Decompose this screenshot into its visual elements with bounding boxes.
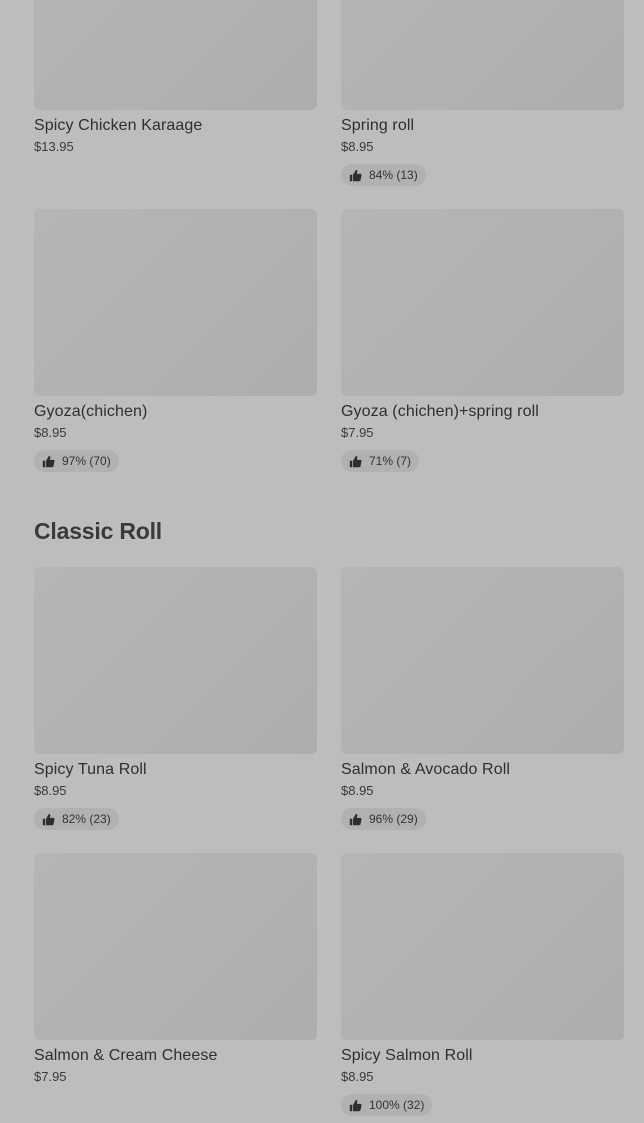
item-name: Spring roll (341, 117, 415, 134)
item-name: Gyoza (chichen)+spring roll (341, 403, 539, 420)
thumbs-up-icon (42, 813, 55, 825)
item-image (34, 853, 317, 1040)
menu-item-card[interactable]: Gyoza (chichen)+spring roll $7.95 71% (7… (341, 209, 624, 473)
rating-badge: 82% (23) (34, 808, 119, 830)
menu-item-card[interactable]: Gyoza(chichen) $8.95 97% (70) (34, 209, 317, 473)
thumbs-up-icon (349, 813, 362, 825)
item-price: $13.95 (34, 139, 74, 154)
item-name: Spicy Salmon Roll (341, 1047, 473, 1064)
item-price: $8.95 (34, 425, 67, 440)
item-name: Spicy Chicken Karaage (34, 117, 203, 134)
item-image (34, 0, 317, 110)
rating-text: 82% (23) (62, 812, 111, 826)
menu-item-card[interactable]: Salmon & Cream Cheese $7.95 (34, 853, 317, 1085)
thumbs-up-icon (349, 1099, 362, 1111)
rating-text: 96% (29) (369, 812, 418, 826)
rating-badge: 96% (29) (341, 808, 426, 830)
menu-item-card[interactable]: Spicy Tuna Roll $8.95 82% (23) (34, 567, 317, 831)
item-name: Salmon & Cream Cheese (34, 1047, 218, 1064)
item-price: $8.95 (341, 139, 374, 154)
rating-text: 100% (32) (369, 1098, 425, 1112)
menu-item-card[interactable]: Spicy Salmon Roll $8.95 100% (32) (341, 853, 624, 1117)
thumbs-up-icon (349, 455, 362, 467)
item-name: Spicy Tuna Roll (34, 761, 147, 778)
item-image (341, 853, 624, 1040)
rating-badge: 84% (13) (341, 164, 426, 186)
item-image (34, 567, 317, 754)
rating-badge: 97% (70) (34, 450, 119, 472)
menu-item-card[interactable]: Salmon & Avocado Roll $8.95 96% (29) (341, 567, 624, 831)
rating-text: 71% (7) (369, 454, 412, 468)
thumbs-up-icon (349, 169, 362, 181)
item-price: $8.95 (341, 1069, 374, 1084)
menu-item-card[interactable]: Spicy Chicken Karaage $13.95 (34, 0, 317, 155)
item-name: Gyoza(chichen) (34, 403, 148, 420)
section-title: Classic Roll (34, 518, 162, 544)
thumbs-up-icon (42, 455, 55, 467)
item-price: $7.95 (34, 1069, 67, 1084)
rating-badge: 71% (7) (341, 450, 420, 472)
item-image (341, 567, 624, 754)
item-image (341, 0, 624, 110)
rating-text: 84% (13) (369, 168, 418, 182)
menu-item-card[interactable]: Spring roll $8.95 84% (13) (341, 0, 624, 187)
item-price: $8.95 (341, 783, 374, 798)
item-image (341, 209, 624, 396)
item-name: Salmon & Avocado Roll (341, 761, 511, 778)
rating-badge: 100% (32) (341, 1094, 433, 1116)
item-price: $8.95 (34, 783, 67, 798)
item-image (34, 209, 317, 396)
item-price: $7.95 (341, 425, 374, 440)
rating-text: 97% (70) (62, 454, 111, 468)
